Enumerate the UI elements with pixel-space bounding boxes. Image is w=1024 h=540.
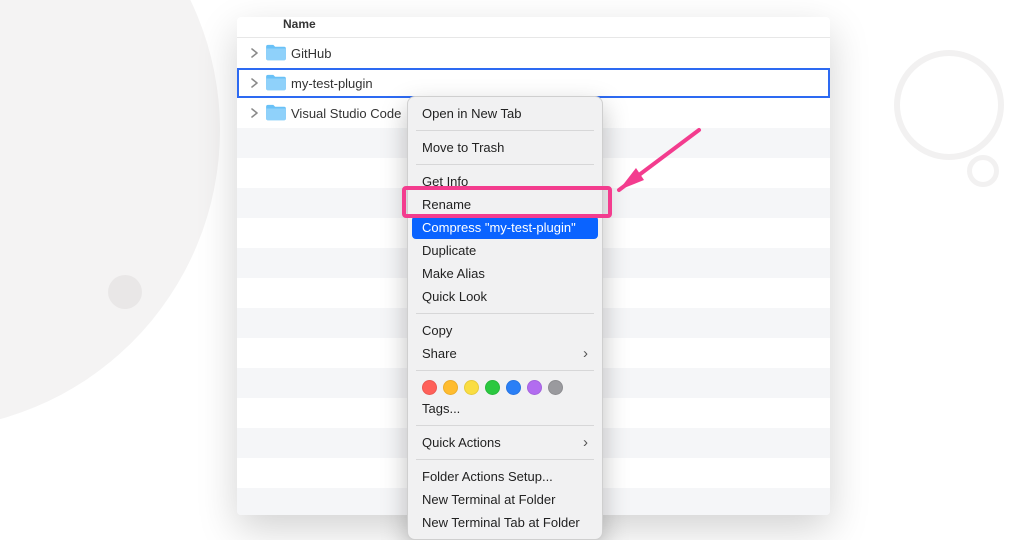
ctx-item-label: Move to Trash bbox=[422, 140, 504, 155]
bg-circle-large bbox=[0, 0, 220, 430]
chevron-right-icon[interactable] bbox=[247, 48, 263, 58]
tag-color-dot[interactable] bbox=[548, 380, 563, 395]
ctx-separator bbox=[416, 130, 594, 131]
ctx-item-label: Compress "my-test-plugin" bbox=[422, 220, 576, 235]
ctx-item-label: Quick Actions bbox=[422, 435, 501, 450]
tag-color-dot[interactable] bbox=[506, 380, 521, 395]
ctx-copy[interactable]: Copy bbox=[408, 319, 602, 342]
ctx-item-label: New Terminal at Folder bbox=[422, 492, 555, 507]
ctx-item-label: Copy bbox=[422, 323, 452, 338]
tag-color-dot[interactable] bbox=[485, 380, 500, 395]
ctx-item-label: Get Info bbox=[422, 174, 468, 189]
chevron-right-icon[interactable] bbox=[247, 108, 263, 118]
ctx-quick-actions[interactable]: Quick Actions › bbox=[408, 431, 602, 454]
tag-color-dot[interactable] bbox=[422, 380, 437, 395]
ctx-duplicate[interactable]: Duplicate bbox=[408, 239, 602, 262]
list-item-selected[interactable]: my-test-plugin bbox=[237, 68, 830, 98]
ctx-get-info[interactable]: Get Info bbox=[408, 170, 602, 193]
ctx-folder-actions-setup[interactable]: Folder Actions Setup... bbox=[408, 465, 602, 488]
ctx-move-to-trash[interactable]: Move to Trash bbox=[408, 136, 602, 159]
ctx-item-label: Duplicate bbox=[422, 243, 476, 258]
tag-color-dot[interactable] bbox=[443, 380, 458, 395]
ctx-item-label: Make Alias bbox=[422, 266, 485, 281]
ctx-separator bbox=[416, 425, 594, 426]
ctx-make-alias[interactable]: Make Alias bbox=[408, 262, 602, 285]
ctx-separator bbox=[416, 370, 594, 371]
ctx-item-label: Rename bbox=[422, 197, 471, 212]
chevron-right-icon: › bbox=[583, 346, 588, 361]
tag-color-dot[interactable] bbox=[464, 380, 479, 395]
context-menu: Open in New Tab Move to Trash Get Info R… bbox=[407, 96, 603, 540]
ctx-separator bbox=[416, 313, 594, 314]
bg-circle-small bbox=[108, 275, 142, 309]
ctx-open-new-tab[interactable]: Open in New Tab bbox=[408, 102, 602, 125]
ctx-new-terminal-tab[interactable]: New Terminal Tab at Folder bbox=[408, 511, 602, 534]
folder-icon bbox=[263, 44, 289, 62]
list-item[interactable]: GitHub bbox=[237, 38, 830, 68]
ctx-new-terminal[interactable]: New Terminal at Folder bbox=[408, 488, 602, 511]
folder-icon bbox=[263, 74, 289, 92]
ctx-tags[interactable]: Tags... bbox=[408, 397, 602, 420]
chevron-right-icon[interactable] bbox=[247, 78, 263, 88]
ctx-item-label: New Terminal Tab at Folder bbox=[422, 515, 580, 530]
ctx-item-label: Tags... bbox=[422, 401, 460, 416]
list-item-label: my-test-plugin bbox=[289, 76, 373, 91]
list-item-label: Visual Studio Code bbox=[289, 106, 401, 121]
ctx-compress[interactable]: Compress "my-test-plugin" bbox=[412, 216, 598, 239]
chevron-right-icon: › bbox=[583, 435, 588, 450]
column-header-name[interactable]: Name bbox=[237, 17, 830, 37]
ctx-item-label: Open in New Tab bbox=[422, 106, 522, 121]
ctx-separator bbox=[416, 164, 594, 165]
ctx-share[interactable]: Share › bbox=[408, 342, 602, 365]
list-item-label: GitHub bbox=[289, 46, 331, 61]
ctx-quick-look[interactable]: Quick Look bbox=[408, 285, 602, 308]
bg-ring-inner bbox=[967, 155, 999, 187]
ctx-rename[interactable]: Rename bbox=[408, 193, 602, 216]
ctx-item-label: Folder Actions Setup... bbox=[422, 469, 553, 484]
tag-color-dot[interactable] bbox=[527, 380, 542, 395]
ctx-tag-colors bbox=[408, 376, 602, 397]
ctx-item-label: Share bbox=[422, 346, 457, 361]
folder-icon bbox=[263, 104, 289, 122]
ctx-separator bbox=[416, 459, 594, 460]
bg-ring-outer bbox=[894, 50, 1004, 160]
ctx-item-label: Quick Look bbox=[422, 289, 487, 304]
